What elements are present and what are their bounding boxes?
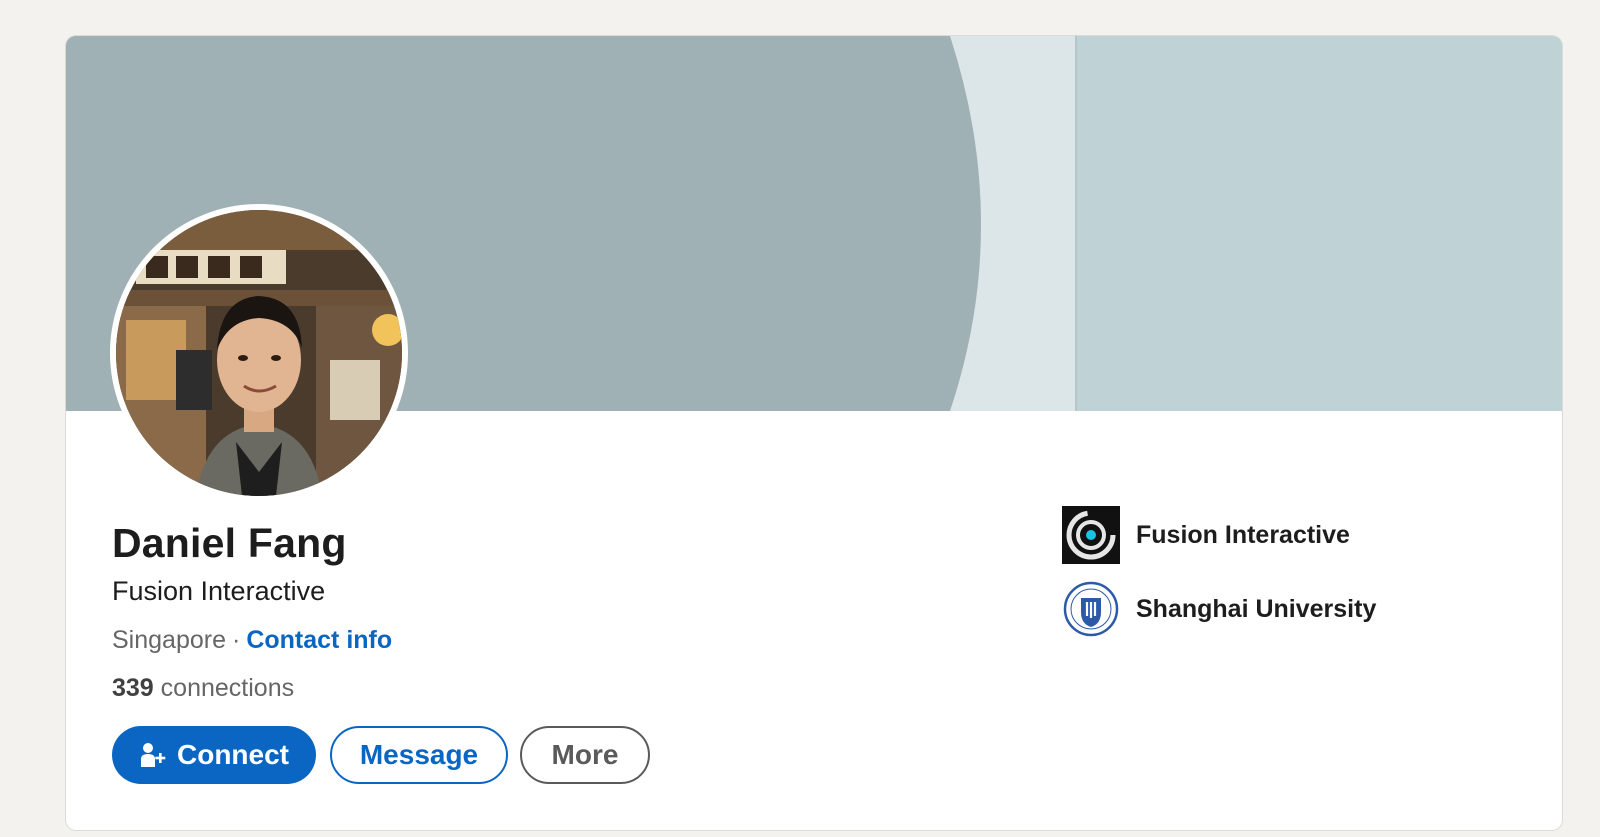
- more-button-label: More: [551, 739, 619, 770]
- connect-button-label: Connect: [177, 739, 289, 770]
- profile-headline: Fusion Interactive: [112, 576, 326, 606]
- message-button[interactable]: Message: [330, 726, 508, 784]
- message-button-label: Message: [359, 739, 479, 770]
- add-person-icon: [139, 741, 167, 769]
- org-fusion-interactive[interactable]: Fusion Interactive: [1062, 506, 1350, 564]
- separator: ·: [231, 626, 241, 654]
- contact-info-link[interactable]: Contact info: [246, 626, 392, 654]
- connect-button[interactable]: Connect: [112, 726, 316, 784]
- org-shanghai-university-label: Shanghai University: [1136, 594, 1377, 623]
- org-fusion-interactive-label: Fusion Interactive: [1136, 520, 1350, 549]
- profile-photo-image: [116, 210, 402, 496]
- profile-photo[interactable]: [110, 204, 408, 502]
- connections-line[interactable]: 339 connections: [112, 674, 294, 703]
- org-shanghai-university[interactable]: Shanghai University: [1062, 580, 1376, 638]
- fusion-interactive-logo-icon: [1062, 506, 1120, 564]
- profile-name: Daniel Fang: [112, 520, 347, 566]
- shanghai-university-logo-icon: [1062, 580, 1120, 638]
- connections-label: connections: [160, 674, 295, 702]
- location-text: Singapore: [112, 626, 226, 654]
- profile-card: Daniel Fang Fusion Interactive Singapore…: [66, 36, 1562, 830]
- location-line: Singapore · Contact info: [112, 626, 392, 655]
- more-button[interactable]: More: [520, 726, 650, 784]
- connections-count: 339: [112, 674, 154, 702]
